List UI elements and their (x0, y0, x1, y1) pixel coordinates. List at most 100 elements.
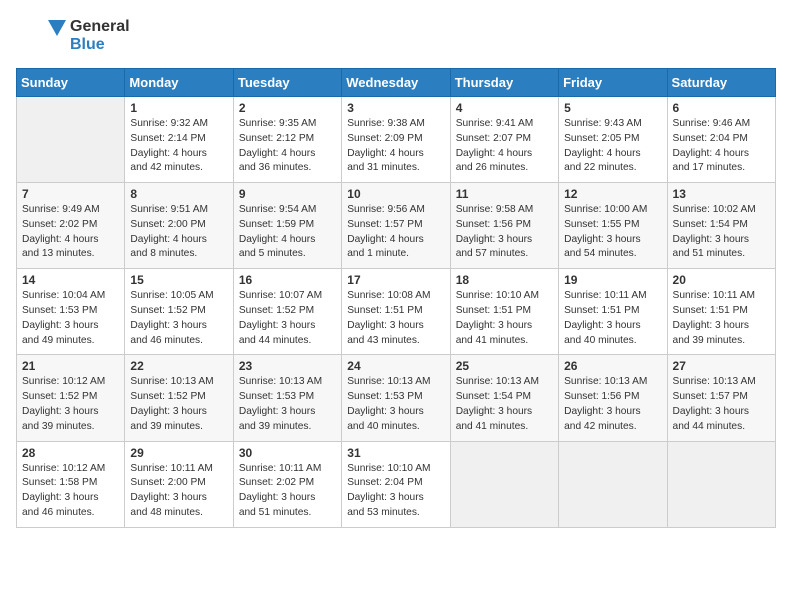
calendar-day-31: 31 Sunrise: 10:10 AMSunset: 2:04 PMDaylig… (342, 441, 450, 527)
day-content: Sunrise: 10:10 AMSunset: 1:51 PMDaylight… (456, 289, 553, 348)
calendar-day-26: 26 Sunrise: 10:13 AMSunset: 1:56 PMDaylig… (559, 355, 667, 441)
day-content: Sunrise: 9:43 AMSunset: 2:05 PMDaylight:… (564, 117, 661, 176)
calendar-day-22: 22 Sunrise: 10:13 AMSunset: 1:52 PMDaylig… (125, 355, 233, 441)
calendar-day-5: 5 Sunrise: 9:43 AMSunset: 2:05 PMDaylight… (559, 97, 667, 183)
day-number: 6 (673, 101, 770, 115)
calendar-day-7: 7 Sunrise: 9:49 AMSunset: 2:02 PMDaylight… (17, 183, 125, 269)
calendar-day-29: 29Sunrise: 10:11 AMSunset: 2:00 PMDaylig… (125, 441, 233, 527)
day-content: Sunrise: 10:13 AMSunset: 1:53 PMDaylight… (347, 375, 444, 434)
weekday-header-tuesday: Tuesday (233, 69, 341, 97)
page-header: GeneralBlue (16, 16, 776, 56)
calendar-day-13: 13 Sunrise: 10:02 AMSunset: 1:54 PMDaylig… (667, 183, 775, 269)
empty-day (559, 441, 667, 527)
day-number: 23 (239, 359, 336, 373)
calendar-day-21: 21 Sunrise: 10:12 AMSunset: 1:52 PMDaylig… (17, 355, 125, 441)
day-content: Sunrise: 10:04 AMSunset: 1:53 PMDaylight… (22, 289, 119, 348)
calendar-day-10: 10 Sunrise: 9:56 AMSunset: 1:57 PMDayligh… (342, 183, 450, 269)
calendar-week-row: 21 Sunrise: 10:12 AMSunset: 1:52 PMDaylig… (17, 355, 776, 441)
calendar-day-12: 12Sunrise: 10:00 AMSunset: 1:55 PMDaylig… (559, 183, 667, 269)
empty-day (667, 441, 775, 527)
weekday-header-wednesday: Wednesday (342, 69, 450, 97)
day-number: 16 (239, 273, 336, 287)
calendar-day-11: 11Sunrise: 9:58 AMSunset: 1:56 PMDayligh… (450, 183, 558, 269)
calendar-day-1: 1 Sunrise: 9:32 AMSunset: 2:14 PMDaylight… (125, 97, 233, 183)
calendar-week-row: 1 Sunrise: 9:32 AMSunset: 2:14 PMDaylight… (17, 97, 776, 183)
day-content: Sunrise: 9:54 AMSunset: 1:59 PMDaylight:… (239, 203, 336, 262)
day-content: Sunrise: 9:35 AMSunset: 2:12 PMDaylight:… (239, 117, 336, 176)
calendar-day-8: 8 Sunrise: 9:51 AMSunset: 2:00 PMDaylight… (125, 183, 233, 269)
logo: GeneralBlue (16, 16, 130, 56)
day-content: Sunrise: 10:05 AMSunset: 1:52 PMDaylight… (130, 289, 227, 348)
calendar-header-row: SundayMondayTuesdayWednesdayThursdayFrid… (17, 69, 776, 97)
day-number: 17 (347, 273, 444, 287)
logo-general: General (70, 18, 130, 36)
day-number: 28 (22, 446, 119, 460)
day-number: 18 (456, 273, 553, 287)
empty-day (17, 97, 125, 183)
calendar-day-24: 24 Sunrise: 10:13 AMSunset: 1:53 PMDaylig… (342, 355, 450, 441)
day-number: 12 (564, 187, 661, 201)
day-content: Sunrise: 10:12 AMSunset: 1:58 PMDaylight… (22, 462, 119, 521)
day-content: Sunrise: 10:02 AMSunset: 1:54 PMDaylight… (673, 203, 770, 262)
day-content: Sunrise: 10:10 AMSunset: 2:04 PMDaylight… (347, 462, 444, 521)
day-number: 24 (347, 359, 444, 373)
calendar-day-28: 28 Sunrise: 10:12 AMSunset: 1:58 PMDaylig… (17, 441, 125, 527)
calendar-day-17: 17 Sunrise: 10:08 AMSunset: 1:51 PMDaylig… (342, 269, 450, 355)
day-content: Sunrise: 9:32 AMSunset: 2:14 PMDaylight:… (130, 117, 227, 176)
day-number: 21 (22, 359, 119, 373)
day-number: 3 (347, 101, 444, 115)
day-content: Sunrise: 9:46 AMSunset: 2:04 PMDaylight:… (673, 117, 770, 176)
calendar-day-6: 6 Sunrise: 9:46 AMSunset: 2:04 PMDaylight… (667, 97, 775, 183)
calendar-day-20: 20Sunrise: 10:11 AMSunset: 1:51 PMDaylig… (667, 269, 775, 355)
day-number: 27 (673, 359, 770, 373)
day-number: 1 (130, 101, 227, 115)
weekday-header-monday: Monday (125, 69, 233, 97)
day-number: 8 (130, 187, 227, 201)
day-content: Sunrise: 10:13 AMSunset: 1:53 PMDaylight… (239, 375, 336, 434)
day-number: 26 (564, 359, 661, 373)
calendar-week-row: 28 Sunrise: 10:12 AMSunset: 1:58 PMDaylig… (17, 441, 776, 527)
day-content: Sunrise: 10:07 AMSunset: 1:52 PMDaylight… (239, 289, 336, 348)
empty-day (450, 441, 558, 527)
calendar-day-4: 4Sunrise: 9:41 AMSunset: 2:07 PMDaylight… (450, 97, 558, 183)
weekday-header-thursday: Thursday (450, 69, 558, 97)
day-content: Sunrise: 10:11 AMSunset: 2:02 PMDaylight… (239, 462, 336, 521)
calendar-table: SundayMondayTuesdayWednesdayThursdayFrid… (16, 68, 776, 528)
day-content: Sunrise: 10:13 AMSunset: 1:52 PMDaylight… (130, 375, 227, 434)
logo-blue: Blue (70, 36, 130, 54)
day-content: Sunrise: 9:51 AMSunset: 2:00 PMDaylight:… (130, 203, 227, 262)
day-number: 5 (564, 101, 661, 115)
day-content: Sunrise: 9:56 AMSunset: 1:57 PMDaylight:… (347, 203, 444, 262)
day-content: Sunrise: 10:12 AMSunset: 1:52 PMDaylight… (22, 375, 119, 434)
day-number: 22 (130, 359, 227, 373)
day-content: Sunrise: 10:13 AMSunset: 1:56 PMDaylight… (564, 375, 661, 434)
day-content: Sunrise: 9:41 AMSunset: 2:07 PMDaylight:… (456, 117, 553, 176)
day-number: 25 (456, 359, 553, 373)
calendar-day-23: 23 Sunrise: 10:13 AMSunset: 1:53 PMDaylig… (233, 355, 341, 441)
day-number: 9 (239, 187, 336, 201)
calendar-day-14: 14 Sunrise: 10:04 AMSunset: 1:53 PMDaylig… (17, 269, 125, 355)
day-number: 29 (130, 446, 227, 460)
weekday-header-friday: Friday (559, 69, 667, 97)
calendar-day-19: 19 Sunrise: 10:11 AMSunset: 1:51 PMDaylig… (559, 269, 667, 355)
day-number: 10 (347, 187, 444, 201)
calendar-day-3: 3Sunrise: 9:38 AMSunset: 2:09 PMDaylight… (342, 97, 450, 183)
day-content: Sunrise: 10:11 AMSunset: 1:51 PMDaylight… (673, 289, 770, 348)
logo-svg (16, 16, 66, 56)
calendar-day-15: 15Sunrise: 10:05 AMSunset: 1:52 PMDaylig… (125, 269, 233, 355)
weekday-header-sunday: Sunday (17, 69, 125, 97)
day-number: 19 (564, 273, 661, 287)
calendar-day-2: 2 Sunrise: 9:35 AMSunset: 2:12 PMDaylight… (233, 97, 341, 183)
day-content: Sunrise: 10:08 AMSunset: 1:51 PMDaylight… (347, 289, 444, 348)
day-number: 14 (22, 273, 119, 287)
day-content: Sunrise: 9:58 AMSunset: 1:56 PMDaylight:… (456, 203, 553, 262)
calendar-day-16: 16 Sunrise: 10:07 AMSunset: 1:52 PMDaylig… (233, 269, 341, 355)
calendar-week-row: 7 Sunrise: 9:49 AMSunset: 2:02 PMDaylight… (17, 183, 776, 269)
day-content: Sunrise: 10:11 AMSunset: 1:51 PMDaylight… (564, 289, 661, 348)
day-number: 2 (239, 101, 336, 115)
day-number: 31 (347, 446, 444, 460)
day-content: Sunrise: 9:49 AMSunset: 2:02 PMDaylight:… (22, 203, 119, 262)
day-number: 7 (22, 187, 119, 201)
day-number: 30 (239, 446, 336, 460)
day-number: 13 (673, 187, 770, 201)
